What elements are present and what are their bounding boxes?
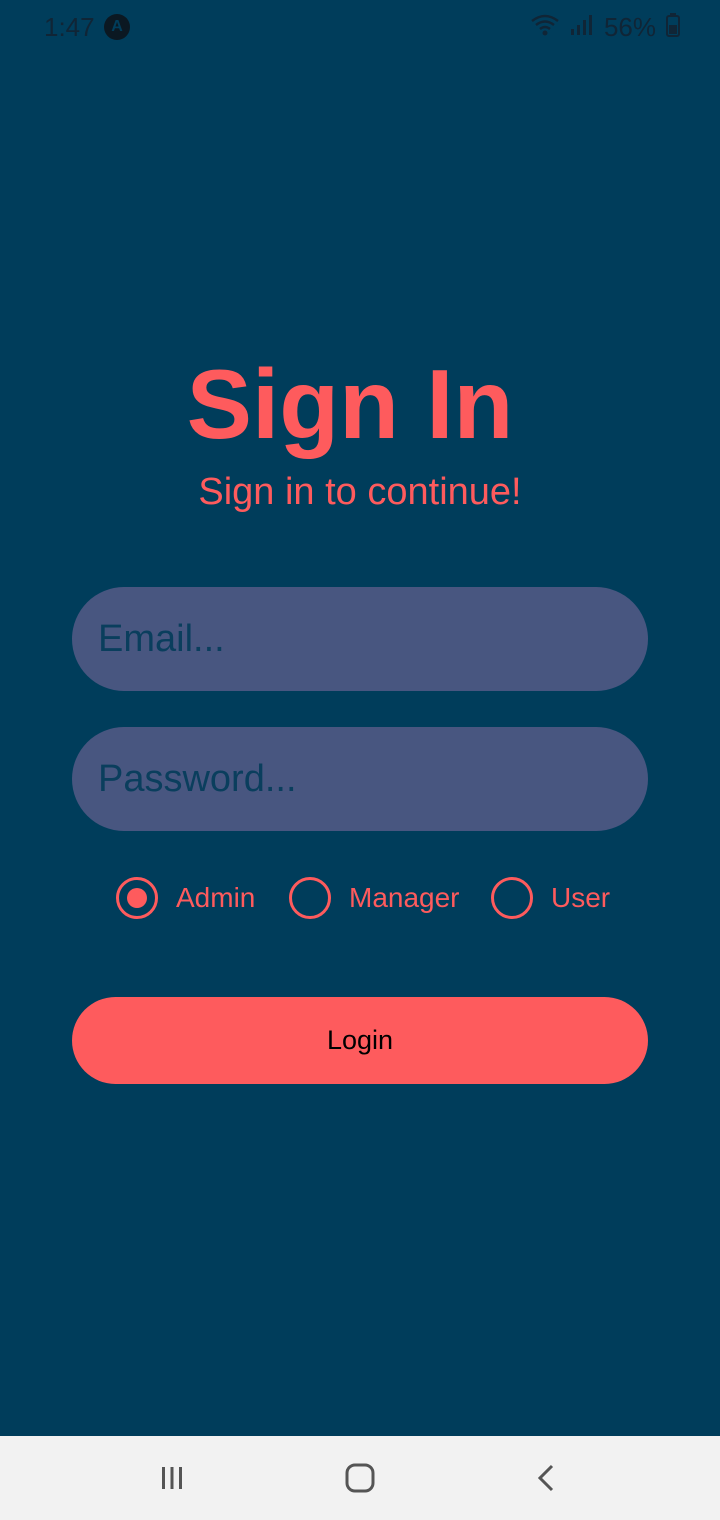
- role-radio-admin[interactable]: Admin: [116, 876, 255, 920]
- status-bar: 1:47 A 56%: [0, 0, 720, 56]
- radio-unchecked-icon[interactable]: [289, 877, 331, 919]
- page-title: Sign In: [186, 349, 514, 459]
- radio-checked-icon[interactable]: [116, 877, 158, 919]
- role-radio-group: Admin Manager User: [0, 876, 720, 920]
- app-notification-icon: A: [104, 14, 130, 40]
- battery-icon: [666, 12, 680, 42]
- role-radio-user[interactable]: User: [491, 876, 610, 920]
- back-icon[interactable]: [525, 1458, 569, 1498]
- page-subtitle: Sign in to continue!: [198, 471, 522, 513]
- home-icon[interactable]: [338, 1458, 382, 1498]
- status-icons: 56%: [530, 12, 680, 42]
- login-button[interactable]: Login: [72, 997, 648, 1084]
- role-label-admin: Admin: [176, 882, 256, 913]
- signal-icon: [570, 13, 594, 42]
- role-radio-manager[interactable]: Manager: [289, 876, 460, 920]
- radio-unchecked-icon[interactable]: [491, 877, 533, 919]
- recent-apps-icon[interactable]: [150, 1458, 194, 1498]
- status-time: 1:47: [44, 12, 95, 42]
- system-nav-bar: [0, 1436, 720, 1520]
- battery-percent: 56%: [603, 11, 656, 42]
- email-field[interactable]: [72, 587, 648, 691]
- role-label-user: User: [551, 882, 611, 913]
- password-field[interactable]: [72, 727, 648, 831]
- role-label-manager: Manager: [349, 882, 460, 913]
- wifi-icon: [530, 13, 560, 42]
